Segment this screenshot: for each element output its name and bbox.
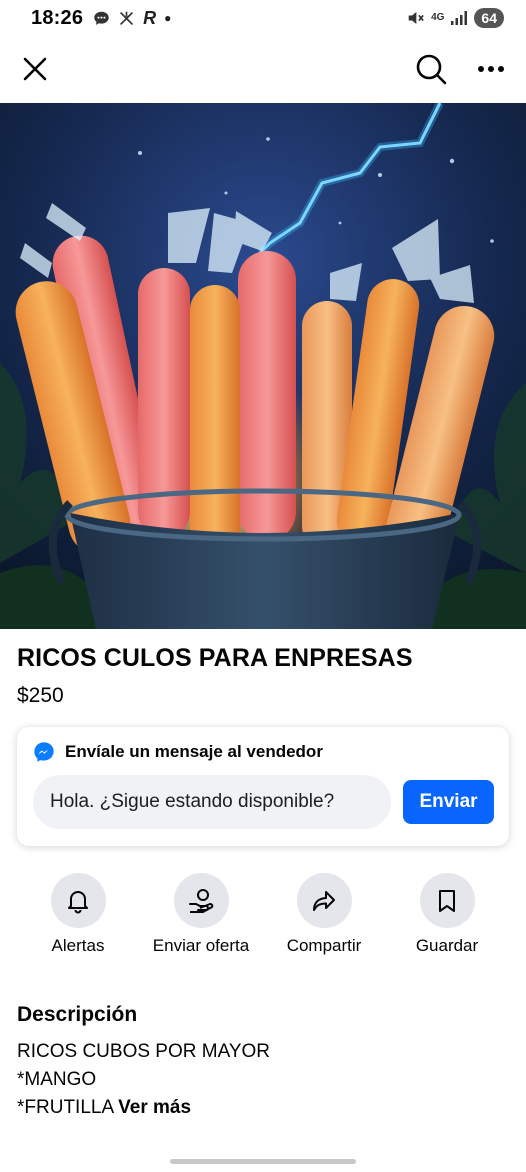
description-line: RICOS CUBOS POR MAYOR	[17, 1041, 271, 1062]
search-button[interactable]	[414, 52, 448, 86]
top-nav	[0, 40, 526, 98]
listing-price: $250	[17, 684, 64, 707]
more-icon	[478, 66, 504, 72]
description-text: RICOS CUBOS POR MAYOR *MANGO *FRUTILLA Ve…	[17, 1038, 270, 1122]
bell-icon	[68, 890, 88, 913]
home-indicator[interactable]	[170, 1159, 356, 1164]
chat-notification-icon	[94, 11, 109, 25]
alerts-button[interactable]: Alertas	[13, 873, 143, 956]
send-offer-label: Enviar oferta	[152, 936, 250, 955]
alerts-icon-circle[interactable]	[50, 873, 106, 928]
close-button[interactable]	[18, 52, 52, 86]
alerts-label: Alertas	[51, 936, 105, 955]
share-label: Compartir	[286, 936, 362, 955]
offer-icon	[189, 888, 214, 913]
message-input[interactable]: Hola. ¿Sigue estando disponible?	[33, 775, 391, 829]
mute-icon	[408, 12, 424, 24]
share-icon	[313, 890, 335, 911]
listing-title: RICOS CULOS PARA ENPRESAS	[17, 644, 413, 672]
send-offer-icon-circle[interactable]	[173, 873, 229, 928]
description-line-last: *FRUTILLA Ver más	[17, 1094, 270, 1122]
share-icon-circle[interactable]	[296, 873, 352, 928]
messenger-icon	[34, 742, 54, 762]
close-icon	[23, 57, 47, 81]
message-card-header: Envíale un mensaje al vendedor	[33, 741, 323, 763]
dot-icon: ●	[164, 11, 172, 25]
send-button[interactable]: Enviar	[403, 780, 494, 824]
description-line: *MANGO	[17, 1069, 97, 1090]
see-more-link[interactable]: Ver más	[118, 1097, 191, 1118]
send-offer-button[interactable]: Enviar oferta	[136, 873, 266, 956]
system-icons: 4G 64	[407, 8, 504, 28]
r-app-icon: R	[143, 7, 157, 28]
network-type: 4G	[431, 12, 445, 23]
save-button[interactable]: Guardar	[382, 873, 512, 956]
share-button[interactable]: Compartir	[259, 873, 389, 956]
bookmark-icon	[439, 889, 455, 912]
message-seller-card: Envíale un mensaje al vendedor Hola. ¿Si…	[17, 727, 509, 846]
message-card-header-text: Envíale un mensaje al vendedor	[65, 742, 323, 761]
save-icon-circle[interactable]	[419, 873, 475, 928]
description-line: *FRUTILLA	[17, 1097, 115, 1118]
status-time: 18:26	[31, 6, 84, 29]
description-heading: Descripción	[17, 1003, 138, 1026]
signal-icon	[451, 11, 468, 25]
status-bar: 18:26 R ● 4G 64	[0, 0, 526, 36]
search-icon	[416, 54, 447, 85]
save-label: Guardar	[415, 936, 479, 955]
app-notification-icon	[120, 11, 134, 25]
product-image[interactable]	[0, 103, 526, 629]
action-bar: Alertas Enviar oferta Compartir Guardar	[0, 873, 526, 963]
more-options-button[interactable]	[474, 52, 508, 86]
battery-indicator: 64	[474, 8, 504, 28]
notification-icons: R ●	[93, 8, 171, 29]
